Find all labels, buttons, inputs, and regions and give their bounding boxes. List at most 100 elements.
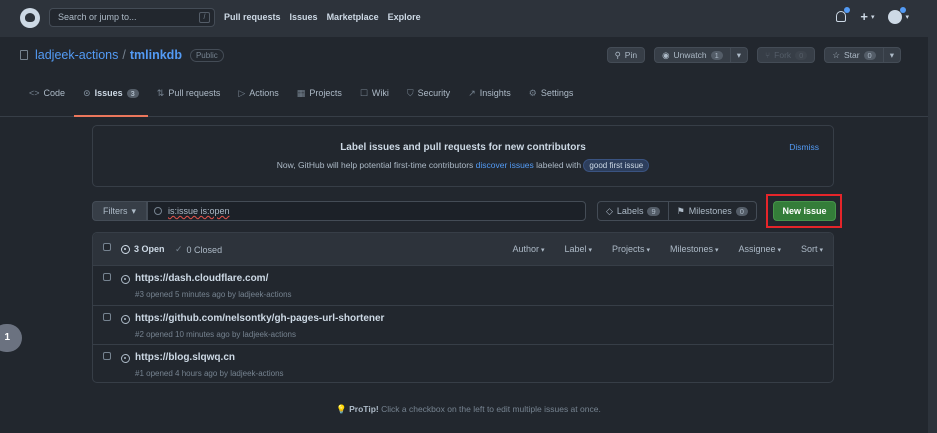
pin-label: Pin — [624, 50, 638, 60]
select-all-checkbox[interactable] — [103, 243, 111, 251]
banner-text-before: Now, GitHub will help potential first-ti… — [276, 160, 474, 170]
pin-button[interactable]: ⚲ Pin — [606, 47, 646, 63]
issue-opened-icon: ⊙ — [83, 87, 91, 98]
issue-meta: #3 opened 5 minutes ago by ladjeek-actio… — [135, 290, 292, 299]
issue-title-link[interactable]: https://blog.slqwq.cn — [135, 352, 235, 363]
protip: 💡 ProTip! Click a checkbox on the left t… — [0, 404, 937, 415]
tab-wiki[interactable]: ☐ Wiki — [351, 82, 398, 104]
new-issue-highlight: New issue — [766, 194, 842, 228]
issue-title-link[interactable]: https://github.com/nelsontky/gh-pages-ur… — [135, 313, 384, 324]
assignee-dropdown[interactable]: Assignee — [739, 244, 782, 254]
bell-icon[interactable] — [836, 7, 851, 22]
projects-dropdown[interactable]: Projects — [612, 244, 650, 254]
milestones-dropdown[interactable]: Milestones — [670, 244, 719, 254]
github-logo-icon[interactable] — [20, 8, 40, 28]
pin-icon: ⚲ — [614, 49, 621, 60]
visibility-badge: Public — [189, 48, 224, 62]
closed-issues-label: 0 Closed — [186, 244, 223, 255]
side-counter-badge[interactable]: 1 — [0, 324, 22, 352]
repo-header: ladjeek-actions / tmlinkdb Public ⚲ Pin … — [0, 37, 937, 117]
banner-text: Now, GitHub will help potential first-ti… — [93, 159, 833, 172]
tab-actions[interactable]: ▷ Actions — [229, 82, 287, 104]
tab-insights[interactable]: ↗ Insights — [459, 82, 520, 104]
shield-icon: ⛉ — [406, 87, 414, 98]
issue-title-link[interactable]: https://dash.cloudflare.com/ — [135, 273, 268, 284]
issue-opened-icon — [121, 314, 130, 324]
nav-marketplace[interactable]: Marketplace — [327, 12, 379, 22]
tab-label: Insights — [479, 88, 511, 98]
nav-explore[interactable]: Explore — [388, 12, 421, 22]
closed-issues-filter[interactable]: ✓ 0 Closed — [175, 244, 222, 255]
unwatch-group: ◉ Unwatch 1 ▾ — [654, 47, 749, 63]
unwatch-dropdown-button[interactable]: ▾ — [730, 47, 749, 63]
sort-controls: Author Label Projects Milestones Assigne… — [513, 244, 823, 254]
avatar[interactable] — [888, 6, 907, 24]
repo-name-link[interactable]: tmlinkdb — [130, 48, 182, 62]
new-issue-button[interactable]: New issue — [773, 201, 836, 221]
issue-opened-icon — [121, 244, 130, 254]
labels-button[interactable]: ◇ Labels 9 — [597, 201, 669, 221]
issue-opened-icon — [121, 275, 130, 284]
graph-icon: ↗ — [468, 87, 476, 98]
nav-issues[interactable]: Issues — [290, 12, 318, 22]
unwatch-count: 1 — [710, 50, 723, 60]
filter-bar: Filters ▾ is:issue is:open ◇ Labels 9 ⚑ … — [92, 201, 834, 223]
contributor-banner: Label issues and pull requests for new c… — [92, 125, 834, 187]
unwatch-button[interactable]: ◉ Unwatch 1 — [654, 47, 731, 63]
tab-pull-requests[interactable]: ⇅ Pull requests — [148, 82, 230, 104]
tab-security[interactable]: ⛉ Security — [398, 82, 459, 104]
issue-row: https://github.com/nelsontky/gh-pages-ur… — [93, 306, 833, 345]
tab-projects[interactable]: ▦ Projects — [288, 82, 351, 104]
tab-label: Actions — [249, 88, 279, 98]
table-icon: ▦ — [296, 87, 306, 98]
milestone-icon: ⚑ — [676, 205, 685, 216]
nav-pull-requests[interactable]: Pull requests — [224, 12, 281, 22]
search-input[interactable]: Search or jump to... / — [49, 8, 215, 27]
chevron-down-icon: ▾ — [889, 49, 894, 60]
milestones-label: Milestones — [688, 206, 732, 216]
star-button[interactable]: ☆ Star 0 — [824, 47, 884, 63]
fork-label: Fork — [774, 50, 792, 60]
chevron-down-icon[interactable]: ▾ — [871, 13, 875, 21]
label-dropdown[interactable]: Label — [565, 244, 593, 254]
milestones-button[interactable]: ⚑ Milestones 0 — [668, 201, 757, 221]
repo-separator: / — [122, 48, 126, 62]
star-dropdown-button[interactable]: ▾ — [883, 47, 901, 63]
milestones-count: 0 — [735, 206, 748, 216]
protip-strong: ProTip! — [349, 404, 379, 414]
lightbulb-icon: 💡 — [336, 404, 347, 414]
play-icon: ▷ — [238, 87, 246, 98]
issue-row: https://blog.slqwq.cn #1 opened 4 hours … — [93, 345, 833, 382]
chevron-down-icon[interactable]: ▾ — [905, 13, 909, 21]
star-count: 0 — [863, 50, 876, 60]
search-placeholder: Search or jump to... — [58, 12, 137, 22]
issue-checkbox[interactable] — [103, 352, 111, 360]
filters-button[interactable]: Filters ▾ — [92, 201, 147, 221]
author-dropdown[interactable]: Author — [513, 244, 545, 254]
dismiss-button[interactable]: Dismiss — [789, 142, 819, 152]
tab-code[interactable]: <> Code — [20, 82, 74, 104]
issue-checkbox[interactable] — [103, 312, 111, 321]
issue-search-input[interactable]: is:issue is:open — [147, 201, 586, 221]
good-first-issue-label[interactable]: good first issue — [583, 159, 650, 172]
scrollbar[interactable] — [928, 0, 937, 433]
sort-dropdown[interactable]: Sort — [801, 244, 823, 254]
filters-label: Filters — [102, 206, 128, 216]
tab-label: Wiki — [371, 88, 389, 98]
pull-request-icon: ⇅ — [156, 87, 165, 98]
issues-count-badge: 3 — [126, 88, 139, 98]
tab-label: Issues — [94, 88, 123, 98]
chevron-down-icon: ▾ — [131, 205, 137, 216]
repo-owner-link[interactable]: ladjeek-actions — [35, 48, 118, 62]
global-header: Search or jump to... / Pull requests Iss… — [0, 0, 937, 37]
plus-icon[interactable]: + — [860, 9, 868, 24]
tab-issues[interactable]: ⊙ Issues 3 — [74, 82, 148, 117]
search-icon — [154, 207, 162, 215]
open-issues-filter[interactable]: 3 Open — [121, 244, 165, 254]
discover-issues-link[interactable]: discover issues — [476, 160, 534, 170]
fork-button[interactable]: ⑂ Fork 0 — [757, 47, 816, 63]
labels-count: 9 — [647, 206, 660, 216]
tab-settings[interactable]: ⚙ Settings — [520, 82, 583, 104]
code-icon: <> — [29, 88, 40, 98]
issue-checkbox[interactable] — [103, 273, 111, 281]
